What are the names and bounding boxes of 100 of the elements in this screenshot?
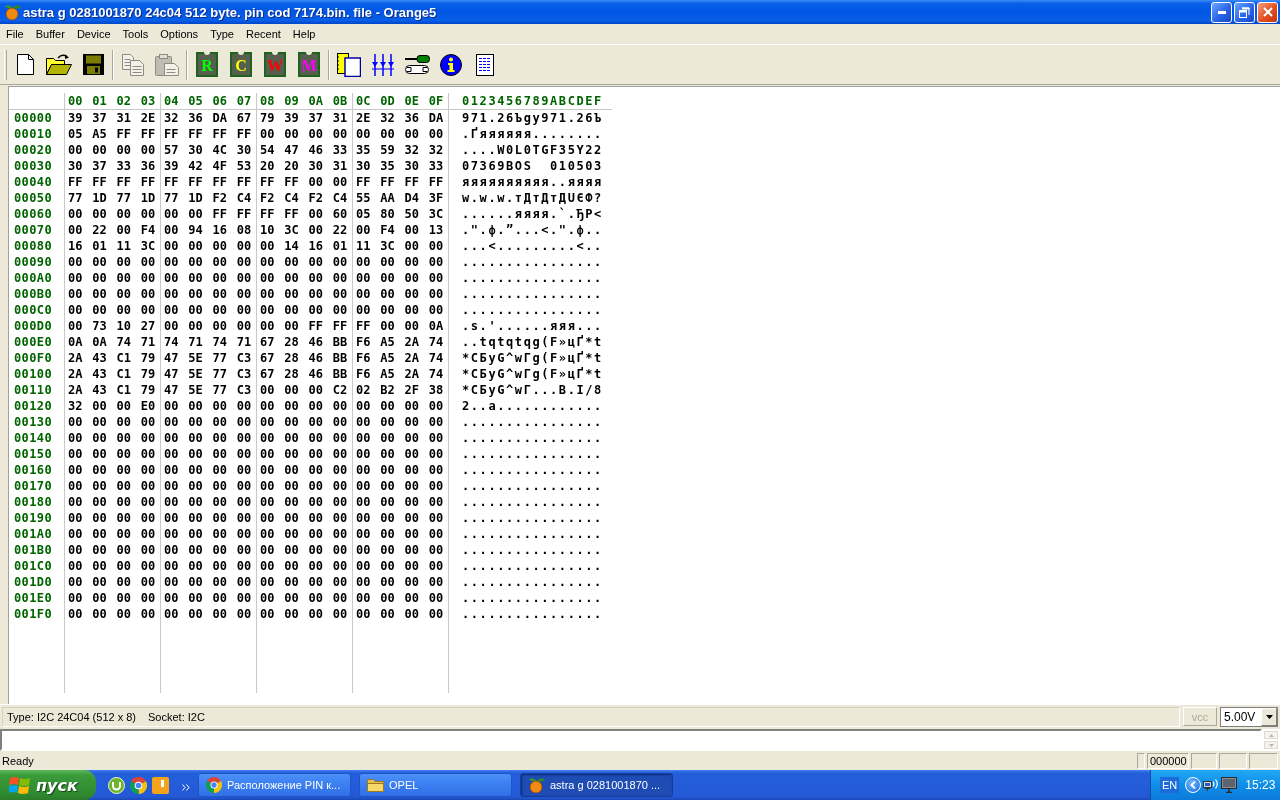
ascii-text: ......яяяя.`.ЂP< <box>462 206 603 222</box>
row-address: 00030 <box>14 158 53 174</box>
row-address: 00080 <box>14 238 53 254</box>
restore-button[interactable] <box>1234 1 1255 23</box>
hex-bytes: 00 00 00 00 <box>260 398 348 414</box>
menu-item[interactable]: Buffer <box>29 25 71 43</box>
hex-bytes: 00 14 16 01 <box>260 238 348 254</box>
ascii-text: *CБyG^wГg(F»цҐ*t <box>462 366 603 382</box>
dropdown-button[interactable] <box>1261 707 1277 726</box>
menu-item[interactable]: Help <box>286 25 322 43</box>
quick-launch-button[interactable] <box>130 776 147 794</box>
row-address: 00160 <box>14 462 53 478</box>
column-header: 0C 0D 0E 0F <box>356 93 444 109</box>
hex-bytes: 00 00 00 00 <box>164 446 252 462</box>
voltage-dropdown[interactable]: 5.00V <box>1220 706 1278 727</box>
menu-item[interactable]: Recent <box>240 25 287 43</box>
hex-bytes: 00 00 00 00 <box>164 526 252 542</box>
ascii-text: .s.'......яяя... <box>462 318 603 334</box>
menu-item[interactable]: Device <box>70 25 117 43</box>
folder-icon <box>367 778 384 792</box>
hex-bytes: FF FF FF FF <box>68 174 156 190</box>
language-indicator[interactable]: EN <box>1160 777 1180 793</box>
hex-bytes: 00 00 00 00 <box>260 478 348 494</box>
hex-bytes: 00 00 00 00 <box>164 318 252 334</box>
close-button[interactable] <box>1257 1 1278 23</box>
minimize-button[interactable] <box>1211 1 1232 23</box>
quick-launch-button[interactable] <box>152 776 169 794</box>
row-address: 00000 <box>14 110 53 126</box>
row-address: 00070 <box>14 222 53 238</box>
log-field[interactable] <box>0 729 1262 751</box>
column-header: 08 09 0A 0B <box>260 93 348 109</box>
ascii-text: ................ <box>462 558 603 574</box>
hex-bytes: 00 00 00 00 <box>68 446 156 462</box>
row-address: 00190 <box>14 510 53 526</box>
hex-bytes: 00 00 00 00 <box>356 398 444 414</box>
menu-item[interactable]: Type <box>204 25 240 43</box>
monitor-icon <box>1221 777 1238 793</box>
ascii-text: *CБyG^wГ...В.І/8 <box>462 382 603 398</box>
more-button[interactable] <box>182 783 190 791</box>
hex-bytes: F6 A5 2A 74 <box>356 334 444 350</box>
hex-bytes: 00 00 00 00 <box>164 302 252 318</box>
hex-bytes: 00 00 00 00 <box>356 446 444 462</box>
restore-icon <box>1239 6 1250 18</box>
ascii-text: *CБyG^wГg(F»цҐ*t <box>462 350 603 366</box>
square-logo-icon <box>152 776 169 794</box>
ascii-header: 0123456789ABCDEF <box>462 93 603 109</box>
hex-bytes: 05 A5 FF FF <box>68 126 156 142</box>
quick-launch-button[interactable] <box>108 776 125 794</box>
minimize-icon <box>1217 10 1226 14</box>
hex-bytes: 00 00 00 00 <box>260 446 348 462</box>
hex-bytes: 00 00 00 00 <box>260 590 348 606</box>
row-address: 001E0 <box>14 590 53 606</box>
ascii-text: ................ <box>462 590 603 606</box>
ascii-text: .".ф.”...<.".ф.. <box>462 222 603 238</box>
hex-bytes: 00 00 00 00 <box>164 462 252 478</box>
menu-item[interactable]: Options <box>154 25 205 43</box>
start-button[interactable]: пуск <box>0 770 96 800</box>
hex-bytes: 54 47 46 33 <box>260 142 348 158</box>
hex-bytes: 00 00 00 00 <box>260 462 348 478</box>
taskbar-button[interactable]: OPEL <box>359 773 512 797</box>
sliders-icon <box>372 53 394 76</box>
menu-item[interactable]: File <box>0 25 30 43</box>
chip-button[interactable]: C <box>230 52 252 77</box>
row-address: 00150 <box>14 446 53 462</box>
expand-tray-button[interactable] <box>1185 777 1202 793</box>
hex-bytes: 00 00 00 00 <box>356 430 444 446</box>
row-address: 00180 <box>14 494 53 510</box>
row-address: 00120 <box>14 398 53 414</box>
chip-button[interactable]: R <box>196 52 218 77</box>
row-address: 00140 <box>14 430 53 446</box>
window-title: astra g 0281001870 24c04 512 byte. pin cod 7174.bin. file - Orange5 <box>23 4 437 20</box>
hex-bytes: 2A 43 C1 79 <box>68 350 156 366</box>
hex-bytes: 00 00 00 00 <box>68 430 156 446</box>
info-icon <box>440 53 462 76</box>
row-address: 001F0 <box>14 606 53 622</box>
ascii-text: .Ґяяяяяя........ <box>462 126 603 142</box>
hex-bytes: 00 00 00 00 <box>356 414 444 430</box>
ascii-text: ................ <box>462 414 603 430</box>
hex-bytes: 77 1D F2 C4 <box>164 190 252 206</box>
hex-bytes: FF FF FF FF <box>164 174 252 190</box>
folder-icon <box>46 54 72 75</box>
hex-bytes: 47 5E 77 C3 <box>164 382 252 398</box>
hex-bytes: 11 3C 00 00 <box>356 238 444 254</box>
hex-bytes: 47 5E 77 C3 <box>164 350 252 366</box>
hex-bytes: 47 5E 77 C3 <box>164 366 252 382</box>
ascii-text: ................ <box>462 302 603 318</box>
taskbar-button[interactable]: astra g 0281001870 ... <box>520 773 673 797</box>
hex-bytes: 00 00 00 00 <box>260 414 348 430</box>
menu-item[interactable]: Tools <box>116 25 155 43</box>
hex-bytes: 16 01 11 3C <box>68 238 156 254</box>
hex-bytes: 30 35 30 33 <box>356 158 444 174</box>
status-pane <box>1137 753 1145 769</box>
hex-bytes: 00 00 00 00 <box>356 302 444 318</box>
taskbar-button[interactable]: Расположение PIN к... <box>198 773 351 797</box>
hex-bytes: 00 00 00 00 <box>356 590 444 606</box>
hex-bytes: 77 1D 77 1D <box>68 190 156 206</box>
circle-logo-icon <box>108 776 125 794</box>
ascii-text: ..tqtqtqg(F»цҐ*t <box>462 334 603 350</box>
chip-page-icon <box>337 52 361 77</box>
hex-bytes: 00 00 00 00 <box>68 414 156 430</box>
